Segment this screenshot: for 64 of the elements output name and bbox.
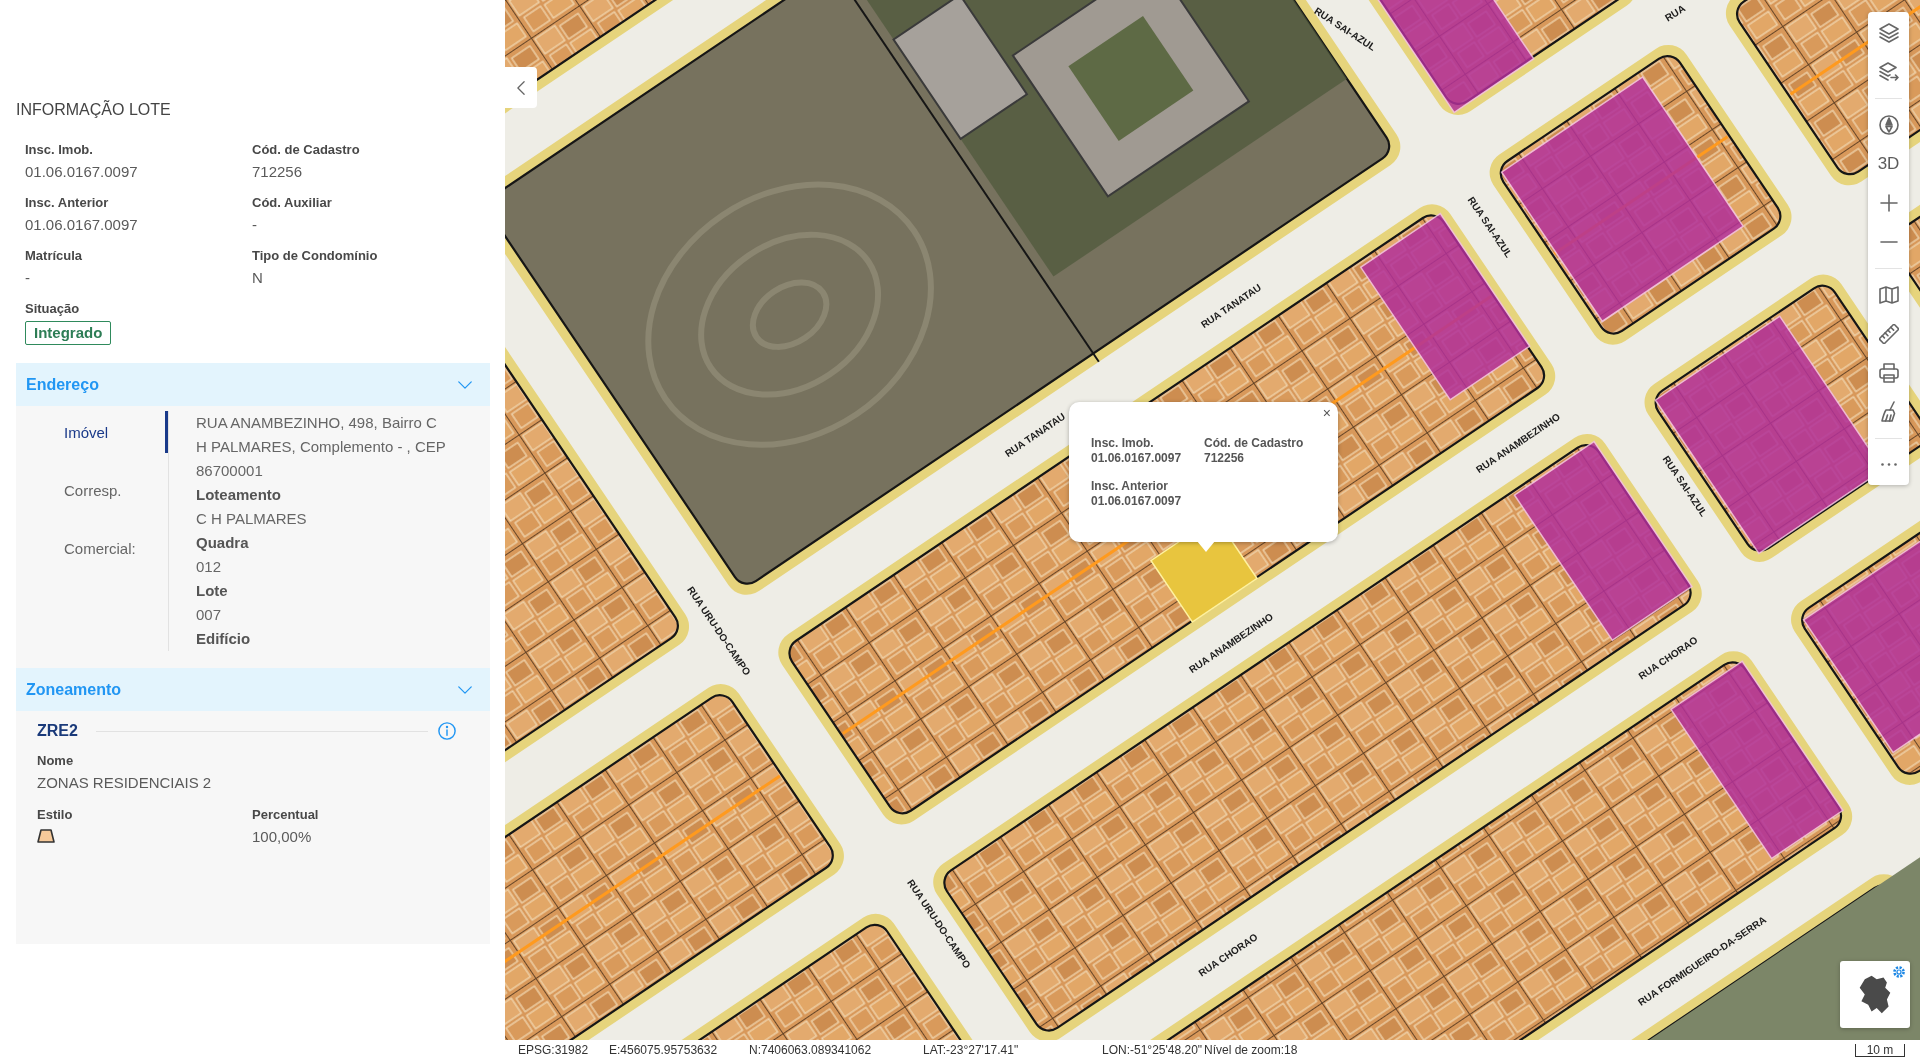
field-value: 100,00%	[252, 827, 312, 847]
northing-coordinate: N:7406063.089341062	[749, 1042, 873, 1058]
field-label: Tipo de Condomínio	[252, 247, 378, 265]
compass-icon[interactable]	[1878, 114, 1899, 135]
zone-code: ZRE2	[37, 721, 78, 741]
field-label: Insc. Imob.	[25, 141, 93, 159]
field-value: -	[252, 215, 257, 235]
street-label: RUA	[1662, 2, 1688, 24]
layers-icon[interactable]	[1878, 22, 1899, 43]
panel-title: INFORMAÇÃO LOTE	[16, 100, 172, 120]
more-icon[interactable]	[1880, 463, 1897, 466]
popup-label: Insc. Anterior	[1091, 479, 1168, 493]
longitude-reading: LON:-51°25'48.20"	[1102, 1042, 1204, 1058]
latitude-reading: LAT:-23°27'17.41"	[923, 1042, 1020, 1058]
popup-label: Cód. de Cadastro	[1204, 436, 1304, 450]
field-label: Cód. Auxiliar	[252, 194, 332, 212]
field-label: Percentual	[252, 806, 319, 824]
info-icon[interactable]	[438, 722, 456, 740]
projection-code: EPSG:31982	[518, 1042, 590, 1058]
scale-bar: 10 m	[1855, 1043, 1905, 1057]
settings-icon[interactable]	[1892, 965, 1906, 979]
detail-label: Lote	[196, 581, 229, 601]
broom-icon[interactable]	[1879, 400, 1898, 423]
print-icon[interactable]	[1878, 362, 1899, 383]
region-map-icon	[1858, 974, 1892, 1015]
field-label: Estilo	[37, 806, 73, 824]
field-label: Cód. de Cadastro	[252, 141, 360, 159]
detail-value: 012	[196, 557, 223, 577]
address-text: RUA ANAMBEZINHO, 498, Bairro C H PALMARES, Complemento - , CEP 86700001	[196, 413, 447, 481]
address-tab[interactable]: Imóvel	[16, 411, 168, 453]
style-swatch-icon	[37, 829, 55, 843]
address-tab[interactable]: Comercial:	[16, 527, 168, 569]
field-value: ZONAS RESIDENCIAIS 2	[37, 773, 212, 793]
field-value: 712256	[252, 162, 303, 182]
field-value: N	[252, 268, 263, 288]
popup-value: 01.06.0167.0097	[1091, 450, 1182, 466]
view-3d-button[interactable]: 3D	[1875, 153, 1902, 174]
zoom-in-icon[interactable]	[1879, 193, 1898, 212]
popup-value: 01.06.0167.0097	[1091, 493, 1182, 509]
detail-value: 007	[196, 605, 223, 625]
detail-label: Quadra	[196, 533, 250, 553]
field-value: -	[25, 268, 30, 288]
detail-value: C H PALMARES	[196, 509, 308, 529]
close-button[interactable]: ×	[1321, 406, 1332, 420]
layers-arrow-icon[interactable]	[1878, 61, 1899, 82]
zoom-level: Nível de zoom:18	[1204, 1042, 1298, 1058]
folded-map-icon[interactable]	[1878, 285, 1899, 304]
zoom-out-icon[interactable]	[1879, 240, 1898, 243]
detail-label: Edifício	[196, 629, 252, 649]
field-label: Insc. Anterior	[25, 194, 109, 212]
status-tag: Integrado	[25, 321, 112, 345]
address-tab[interactable]: Corresp.	[16, 469, 168, 511]
field-value: 01.06.0167.0097	[25, 215, 138, 235]
field-label: Situação	[25, 300, 80, 318]
ruler-icon[interactable]	[1878, 323, 1899, 344]
detail-label: Loteamento	[196, 485, 282, 505]
field-label: Nome	[37, 752, 74, 770]
basemap-button[interactable]	[1840, 961, 1910, 1028]
easting-coordinate: E:456075.95753632	[609, 1042, 719, 1058]
popup-label: Insc. Imob.	[1091, 436, 1154, 450]
field-value: 01.06.0167.0097	[25, 162, 138, 182]
field-label: Matrícula	[25, 247, 83, 265]
chevron-left-icon	[517, 80, 525, 95]
popup-value: 712256	[1204, 450, 1245, 466]
